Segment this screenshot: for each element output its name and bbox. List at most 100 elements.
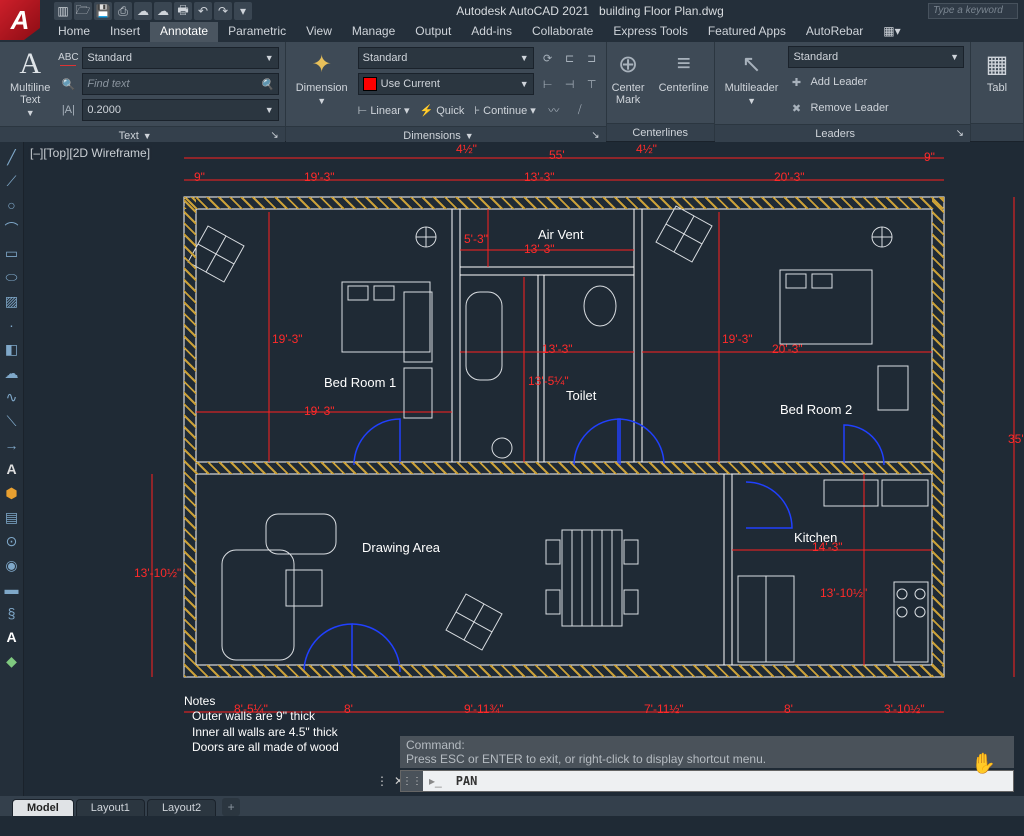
dim: 8' [784,702,793,716]
dim-baseline-icon[interactable]: ⊣ [562,76,578,92]
new-icon[interactable]: ▥ [54,2,72,20]
dim-style-dropdown[interactable]: Standard▼ [358,47,534,69]
dim-space-icon[interactable]: ⊤ [584,76,600,92]
dim-quick-button[interactable]: ⚡ Quick [419,104,464,117]
drawing-canvas[interactable]: Bed Room 1 Bed Room 2 Toilet Air Vent Ki… [24,142,1024,762]
remove-leader-button[interactable]: ✖Remove Leader [788,96,964,120]
open-icon[interactable]: 🗁 [74,2,92,20]
tab-layout1[interactable]: Layout1 [76,799,145,816]
menu-home[interactable]: Home [48,22,100,42]
menu-parametric[interactable]: Parametric [218,22,296,42]
dim-adjust-icon[interactable]: ⊐ [584,50,600,66]
hatch-tool-icon[interactable]: ▨ [3,292,21,310]
dim: 19'-3" [304,170,335,184]
menu-view[interactable]: View [296,22,342,42]
dim-continue-button[interactable]: ⊦ Continue ▾ [474,104,535,117]
menu-featured[interactable]: Featured Apps [698,22,796,42]
insert-tool-icon[interactable]: ◆ [3,652,21,670]
command-input[interactable]: ⋮⋮ ▸_ PAN [400,770,1014,792]
menu-output[interactable]: Output [405,22,461,42]
dim: 4½" [636,142,657,156]
menu-annotate[interactable]: Annotate [150,22,218,42]
donut-tool-icon[interactable]: ◉ [3,556,21,574]
multiline-text-button[interactable]: A Multiline Text ▼ [6,46,54,120]
leader-style-dropdown[interactable]: Standard▼ [788,46,964,68]
rectangle-tool-icon[interactable]: ▭ [3,244,21,262]
menu-manage[interactable]: Manage [342,22,405,42]
menu-express[interactable]: Express Tools [603,22,697,42]
save-icon[interactable]: 💾 [94,2,112,20]
dim: 20'-3" [772,342,803,356]
text-height-icon[interactable]: |A| [60,102,76,118]
text-icon: A [14,48,46,80]
centermark-button[interactable]: ⊕Center Mark [608,46,649,108]
cmd-dock-icon[interactable]: ⋮ [376,774,388,788]
ray-tool-icon[interactable]: → [3,436,21,454]
multileader-button[interactable]: ↖Multileader▼ [721,46,783,108]
table-button[interactable]: ▦Tabl [977,46,1017,96]
menu-insert[interactable]: Insert [100,22,150,42]
wipeout-tool-icon[interactable]: ▬ [3,580,21,598]
dim: 13'-3" [542,342,573,356]
mtext-tool-icon[interactable]: A [3,460,21,478]
dim: 35' [1008,432,1024,446]
dim-linear-button[interactable]: ⊢ Linear ▾ [358,104,410,117]
centerline-button[interactable]: ≡Centerline [655,46,713,96]
polyline-tool-icon[interactable]: ⟋ [3,172,21,190]
redo-icon[interactable]: ↷ [214,2,232,20]
panel-text: A Multiline Text ▼ ABC Standard▼ 🔍 Find … [0,42,286,141]
cloud-open-icon[interactable]: ☁ [134,2,152,20]
dim-jog-icon[interactable]: 〰 [546,102,562,118]
saveall-icon[interactable]: ⎙ [114,2,132,20]
block-tool-icon[interactable]: ⬢ [3,484,21,502]
add-layout-button[interactable]: + [222,798,240,816]
dim: 3'-10½" [884,702,925,716]
dim: 55' [549,148,565,162]
dim-layer-dropdown[interactable]: Use Current▼ [358,73,534,95]
tab-model[interactable]: Model [12,799,74,816]
dimension-button[interactable]: ✦ Dimension ▼ [292,46,352,108]
region-tool-icon[interactable]: ◧ [3,340,21,358]
add-leader-icon: ✚ [788,74,804,90]
dim-oblique-icon[interactable]: ⧸ [572,102,588,118]
text-height-dropdown[interactable]: 0.2000▼ [82,99,278,121]
menu-collaborate[interactable]: Collaborate [522,22,603,42]
tab-layout2[interactable]: Layout2 [147,799,216,816]
menu-addins[interactable]: Add-ins [461,22,522,42]
find-icon[interactable]: 🔍 [60,76,76,92]
menu-autorebar[interactable]: AutoRebar [796,22,873,42]
revision-cloud-icon[interactable]: ☁ [3,364,21,382]
point-style-icon[interactable]: ⊙ [3,532,21,550]
line-tool-icon[interactable]: ╱ [3,148,21,166]
qat-more-icon[interactable]: ▾ [234,2,252,20]
mtext2-icon[interactable]: A [3,628,21,646]
centermark-icon: ⊕ [612,48,644,80]
table-tool-icon[interactable]: ▤ [3,508,21,526]
centerline-icon: ≡ [668,48,700,80]
menu-bar: Home Insert Annotate Parametric View Man… [0,22,1024,42]
window-title: Autodesk AutoCAD 2021 building Floor Pla… [256,4,924,18]
circle-tool-icon[interactable]: ○ [3,196,21,214]
wall-hatch [184,197,944,209]
undo-icon[interactable]: ↶ [194,2,212,20]
text-style-dropdown[interactable]: Standard▼ [82,47,278,69]
point-tool-icon[interactable]: · [3,316,21,334]
xline-tool-icon[interactable]: ⟍ [3,412,21,430]
dim: 13'-5¼" [528,374,569,388]
helix-tool-icon[interactable]: § [3,604,21,622]
menu-extra-icon[interactable]: ▦▾ [873,22,910,42]
arc-tool-icon[interactable]: ⌒ [3,220,21,238]
add-leader-button[interactable]: ✚Add Leader [788,70,964,94]
spline-tool-icon[interactable]: ∿ [3,388,21,406]
dim-break-icon[interactable]: ⊏ [562,50,578,66]
cmd-grip-icon[interactable]: ⋮⋮ [401,771,423,791]
find-text-input[interactable]: Find text🔍 [82,73,278,95]
help-search[interactable]: Type a keyword [928,3,1018,19]
dim-continue-icon[interactable]: ⊢ [540,76,556,92]
cloud-save-icon[interactable]: ☁ [154,2,172,20]
plot-icon[interactable]: 🖶 [174,2,192,20]
spellcheck-icon[interactable]: ABC [60,50,76,66]
dim-update-icon[interactable]: ⟳ [540,50,556,66]
panel-leader-title[interactable]: Leaders↘ [715,124,970,142]
ellipse-tool-icon[interactable]: ⬭ [3,268,21,286]
